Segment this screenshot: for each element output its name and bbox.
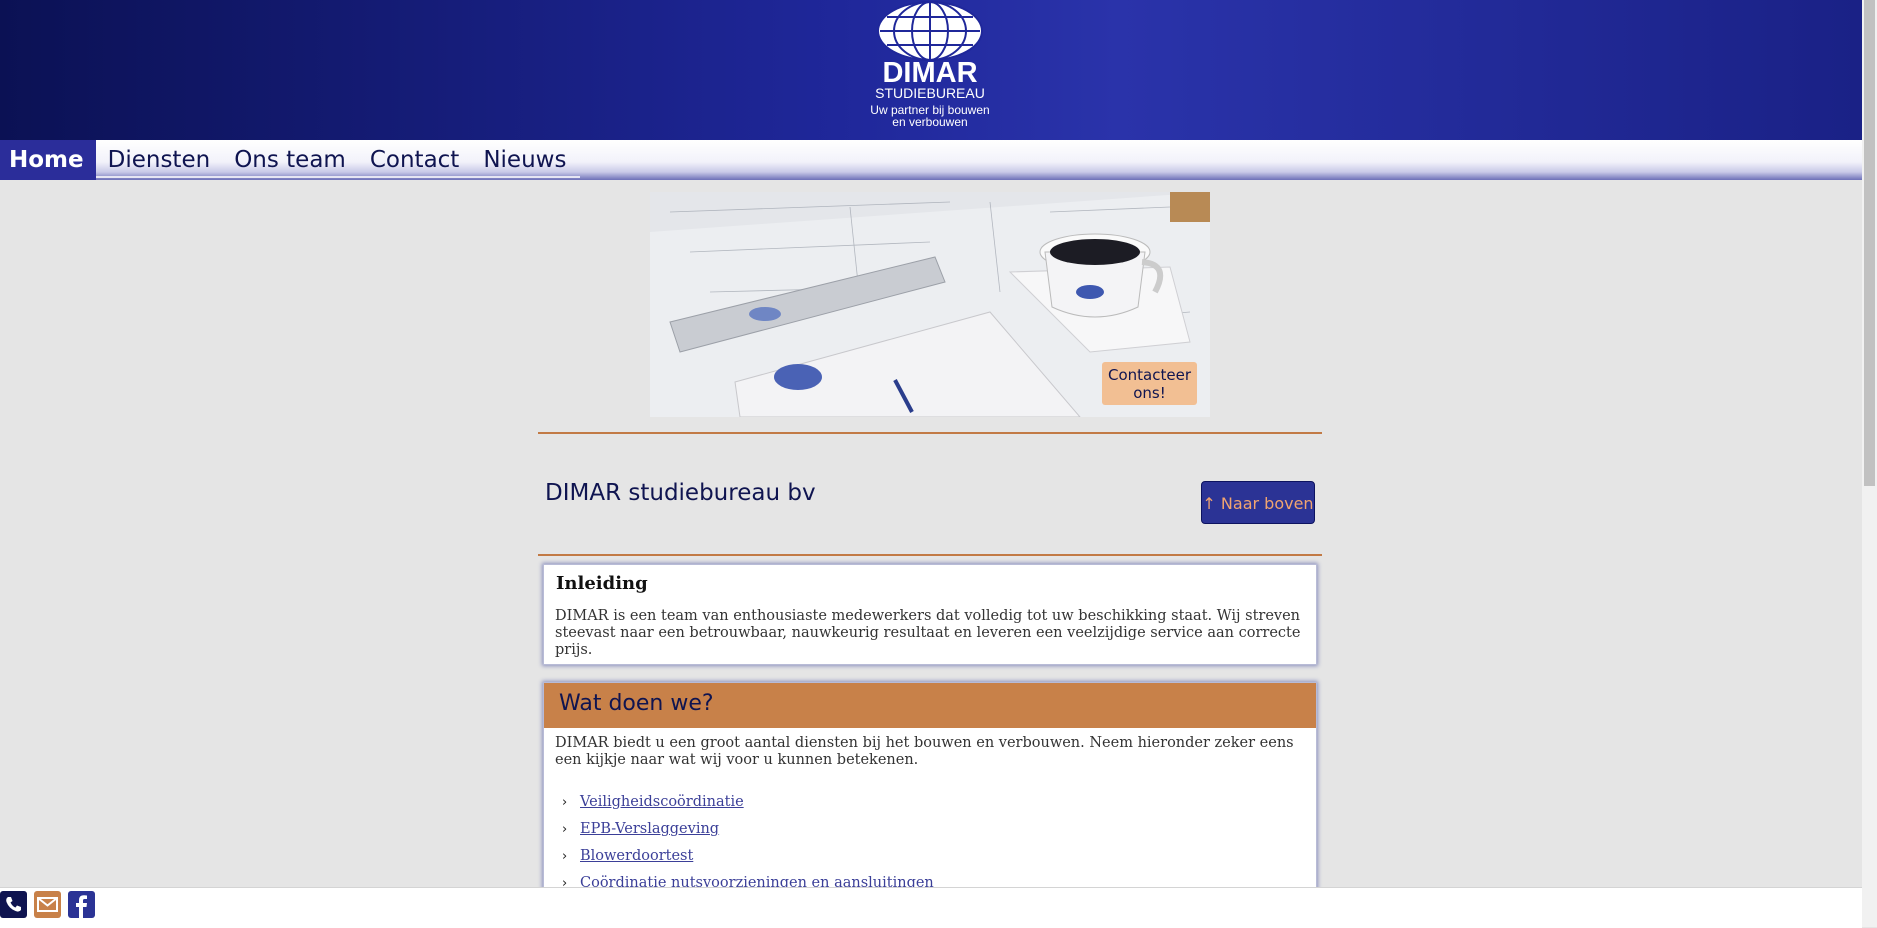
- nav-diensten[interactable]: Diensten: [96, 140, 223, 180]
- main-navigation: Home Diensten Ons team Contact Nieuws: [0, 140, 1862, 180]
- divider-top: [538, 432, 1322, 434]
- back-to-top-button[interactable]: ↑ Naar boven: [1201, 481, 1315, 524]
- link-blowerdoortest[interactable]: Blowerdoortest: [580, 843, 693, 870]
- dimar-logo[interactable]: DIMAR STUDIEBUREAU Uw partner bij bouwen…: [866, 0, 994, 132]
- chevron-right-icon: ›: [562, 822, 568, 837]
- services-header: Wat doen we?: [544, 683, 1316, 728]
- intro-text: DIMAR is een team van enthousiaste medew…: [555, 608, 1301, 658]
- list-item: › Blowerdoortest: [562, 843, 934, 870]
- phone-icon[interactable]: [0, 891, 27, 918]
- services-list: › Veiligheidscoördinatie › EPB-Verslaggevi…: [562, 789, 934, 897]
- facebook-icon[interactable]: [68, 891, 95, 918]
- nav-nieuws[interactable]: Nieuws: [471, 140, 578, 180]
- intro-heading: Inleiding: [556, 573, 648, 594]
- logo-brand: DIMAR: [882, 57, 978, 89]
- nav-ons-team[interactable]: Ons team: [222, 140, 358, 180]
- page-title: DIMAR studiebureau bv: [545, 480, 816, 506]
- link-veiligheidscoordinatie[interactable]: Veiligheidscoördinatie: [580, 789, 744, 816]
- services-text: DIMAR biedt u een groot aantal diensten …: [555, 735, 1294, 768]
- intro-card: Inleiding DIMAR is een team van enthousi…: [543, 564, 1317, 665]
- nav-contact[interactable]: Contact: [358, 140, 471, 180]
- site-header: DIMAR STUDIEBUREAU Uw partner bij bouwen…: [0, 0, 1862, 140]
- quick-contact-bar: [0, 887, 1862, 928]
- link-epb-verslaggeving[interactable]: EPB-Verslaggeving: [580, 816, 719, 843]
- chevron-right-icon: ›: [562, 795, 568, 810]
- chevron-right-icon: ›: [562, 849, 568, 864]
- tagline-line-2: en verbouwen: [892, 115, 968, 129]
- contact-cta-button[interactable]: Contacteer ons!: [1102, 362, 1197, 405]
- hero-image: Contacteer ons!: [650, 192, 1210, 417]
- services-heading: Wat doen we?: [559, 691, 714, 716]
- list-item: › Veiligheidscoördinatie: [562, 789, 934, 816]
- mail-icon[interactable]: [34, 891, 61, 918]
- globe-logo-icon: [877, 1, 983, 61]
- divider-bottom: [538, 554, 1322, 556]
- scrollbar-thumb[interactable]: [1864, 0, 1875, 486]
- nav-home[interactable]: Home: [0, 140, 96, 180]
- logo-subtitle: STUDIEBUREAU: [875, 85, 985, 101]
- list-item: › EPB-Verslaggeving: [562, 816, 934, 843]
